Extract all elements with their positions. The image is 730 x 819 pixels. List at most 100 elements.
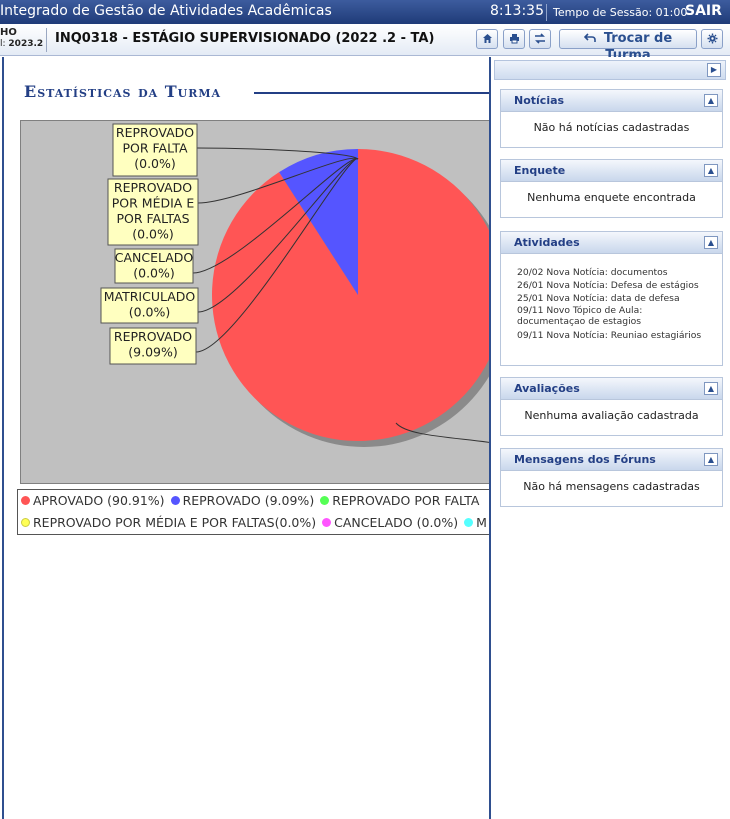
callout-label: POR MÉDIA E xyxy=(112,196,195,211)
callout-label: (0.0%) xyxy=(134,156,176,171)
panel-atividades: Atividades ▲ 20/02 Nova Notícia: documen… xyxy=(500,231,723,366)
panel-header: Enquete ▲ xyxy=(501,160,722,182)
user-period-value: 2023.2 xyxy=(8,39,44,49)
panel-title: Avaliações xyxy=(514,382,580,395)
legend-item: APROVADO (90.91%) xyxy=(21,493,165,508)
activity-text: Nova Notícia: Reuniao estagiários xyxy=(546,330,702,341)
chevron-right-icon: ▶ xyxy=(710,65,718,74)
legend-dot-reprovado-media xyxy=(21,518,30,527)
panel-collapse-button[interactable]: ▲ xyxy=(704,453,718,466)
panel-body: Não há notícias cadastradas xyxy=(533,121,690,134)
callout-label: POR FALTA xyxy=(122,141,188,156)
activity-date: 25/01 xyxy=(517,293,544,304)
print-icon xyxy=(509,34,519,44)
activity-date: 26/01 xyxy=(517,280,544,291)
main-content: Estatísticas da Turma REPROVADO POR FALTA… xyxy=(4,57,489,819)
panel-collapse-button[interactable]: ▲ xyxy=(704,164,718,177)
panel-header: Avaliações ▲ xyxy=(501,378,722,400)
switch-icon xyxy=(535,33,545,44)
activity-item[interactable]: 25/01 Nova Notícia: data de defesa xyxy=(517,292,716,305)
legend-item: CANCELADO (0.0%) xyxy=(322,515,458,530)
app-title: Integrado de Gestão de Atividades Acadêm… xyxy=(0,3,332,19)
chevron-up-icon: ▲ xyxy=(707,384,715,393)
panel-noticias: Notícias ▲ Não há notícias cadastradas xyxy=(500,89,723,148)
panel-collapse-button[interactable]: ▲ xyxy=(704,94,718,107)
panel-enquete: Enquete ▲ Nenhuma enquete encontrada xyxy=(500,159,723,218)
course-header: HO l: 2023.2 INQ0318 - ESTÁGIO SUPERVISI… xyxy=(0,24,730,63)
panel-header: Atividades ▲ xyxy=(501,232,722,254)
sidebar: ▶ Notícias ▲ Não há notícias cadastradas… xyxy=(491,57,730,819)
callout-label: (0.0%) xyxy=(133,266,175,281)
legend-item: REPROVADO POR MÉDIA E POR FALTAS(0.0%) xyxy=(21,515,316,530)
panel-body: Nenhuma avaliação cadastrada xyxy=(524,409,699,422)
activity-text: Nova Notícia: documentos xyxy=(546,267,668,278)
activity-text-continued: documentaçao de estagios xyxy=(517,316,642,327)
callout-label: REPROVADO xyxy=(114,329,192,344)
legend-label: REPROVADO POR FALTA xyxy=(332,493,480,508)
panel-collapse-button[interactable]: ▲ xyxy=(704,382,718,395)
panel-body: Nenhuma enquete encontrada xyxy=(527,191,696,204)
activity-item[interactable]: 26/01 Nova Notícia: Defesa de estágios xyxy=(517,279,716,292)
page-title: Estatísticas da Turma xyxy=(24,82,222,101)
collapse-sidebar-button[interactable]: ▶ xyxy=(707,63,721,77)
activity-date: 20/02 xyxy=(517,267,544,278)
home-icon xyxy=(482,34,492,43)
legend-label: CANCELADO (0.0%) xyxy=(334,515,459,530)
print-button[interactable] xyxy=(503,29,525,49)
legend-label: REPROVADO POR MÉDIA E POR FALTAS(0.0%) xyxy=(33,515,317,530)
chart-legend: APROVADO (90.91%) REPROVADO (9.09%) REPROV… xyxy=(17,489,489,535)
clock: 8:13:35 xyxy=(490,3,544,19)
callout-label: (9.09%) xyxy=(128,345,177,360)
panel-header: Mensagens dos Fóruns ▲ xyxy=(501,449,722,471)
panel-title: Notícias xyxy=(514,94,565,107)
panel-mensagens-foruns: Mensagens dos Fóruns ▲ Não há mensagens … xyxy=(500,448,723,507)
callout-label: REPROVADO xyxy=(116,125,194,140)
panel-collapse-button[interactable]: ▲ xyxy=(704,236,718,249)
activity-item[interactable]: 09/11 Novo Tópico de Aula: documentaçao d… xyxy=(517,305,716,327)
callout-label: POR FALTAS xyxy=(116,211,189,226)
home-button[interactable] xyxy=(476,29,498,49)
activity-list: 20/02 Nova Notícia: documentos 26/01 Nov… xyxy=(501,254,722,350)
chevron-up-icon: ▲ xyxy=(707,96,715,105)
legend-dot-aprovado xyxy=(21,496,30,505)
panel-header: Notícias ▲ xyxy=(501,90,722,112)
switch-button[interactable] xyxy=(529,29,551,49)
activity-text: Novo Tópico de Aula: xyxy=(546,305,643,316)
callout-label: MATRICULADO xyxy=(104,289,196,304)
chevron-up-icon: ▲ xyxy=(707,455,715,464)
callout-label: (0.0%) xyxy=(132,227,174,242)
course-title: INQ0318 - ESTÁGIO SUPERVISIONADO (2022 .… xyxy=(55,31,435,46)
title-rule xyxy=(254,92,489,94)
pie-chart: REPROVADO POR FALTA (0.0%) REPROVADO POR MÉD… xyxy=(20,120,489,484)
legend-dot-reprovado-falta xyxy=(320,496,330,505)
user-period: l: 2023.2 xyxy=(0,39,43,49)
top-bar: Integrado de Gestão de Atividades Acadêm… xyxy=(0,0,730,24)
legend-dot-reprovado xyxy=(170,496,180,505)
legend-row-1: APROVADO (90.91%) REPROVADO (9.09%) REPROV… xyxy=(21,493,485,509)
legend-dot-matriculado xyxy=(464,518,474,527)
panel-body: Não há mensagens cadastradas xyxy=(523,480,700,493)
activity-text: Nova Notícia: Defesa de estágios xyxy=(546,280,699,291)
activity-date: 09/11 xyxy=(517,305,544,316)
activity-item[interactable]: 09/11 Nova Notícia: Reuniao estagiários xyxy=(517,329,716,342)
session-timer: Tempo de Sessão: 01:00 xyxy=(546,4,687,21)
header-divider xyxy=(46,28,47,52)
callout-label: REPROVADO xyxy=(114,180,192,195)
panel-title: Mensagens dos Fóruns xyxy=(514,453,656,466)
callout-label: (0.0%) xyxy=(129,305,171,320)
user-name: HO xyxy=(0,27,17,38)
logout-link[interactable]: SAIR xyxy=(685,3,722,19)
legend-dot-cancelado xyxy=(322,518,332,527)
activity-date: 09/11 xyxy=(517,330,544,341)
trocar-turma-button[interactable]: Trocar de Turma xyxy=(559,29,697,63)
settings-button[interactable] xyxy=(701,29,723,49)
legend-label: REPROVADO (9.09%) xyxy=(182,493,315,508)
panel-avaliacoes: Avaliações ▲ Nenhuma avaliação cadastrad… xyxy=(500,377,723,436)
legend-label: M xyxy=(476,515,487,530)
legend-row-2: REPROVADO POR MÉDIA E POR FALTAS(0.0%) CA… xyxy=(21,515,489,531)
sidebar-top-bar: ▶ xyxy=(494,60,726,80)
legend-label: APROVADO (90.91%) xyxy=(33,493,165,508)
activity-item[interactable]: 20/02 Nova Notícia: documentos xyxy=(517,266,716,279)
chevron-up-icon: ▲ xyxy=(707,238,715,247)
legend-item: REPROVADO (9.09%) xyxy=(170,493,315,508)
